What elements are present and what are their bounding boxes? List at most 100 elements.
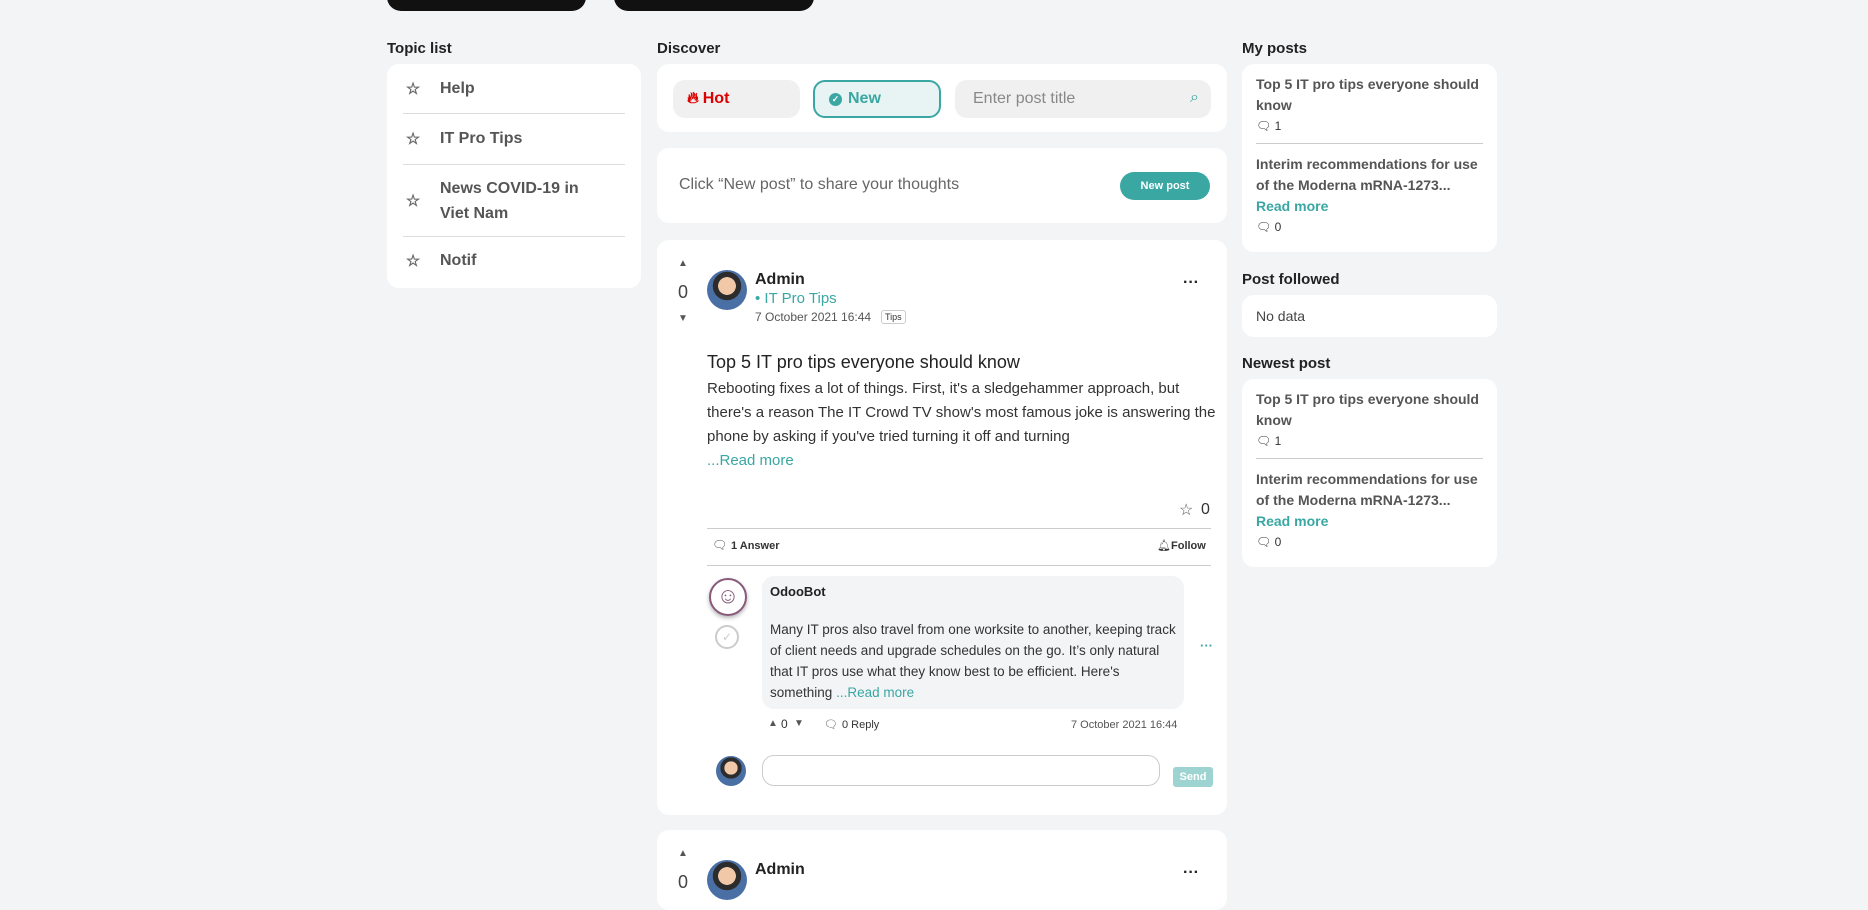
newest-post-comments: 🗨︎ 0 (1256, 535, 1483, 549)
comment-icon: 🗨︎ (1256, 535, 1272, 549)
topic-label: News COVID-19 in Viet Nam (440, 179, 579, 222)
newest-post-item: Top 5 IT pro tips everyone should know 🗨… (1242, 389, 1497, 448)
divider (1256, 458, 1483, 459)
my-post-title-text: Interim recommendations for use of the M… (1256, 156, 1478, 193)
post-author[interactable]: Admin (755, 271, 805, 289)
comment-count: 0 (1274, 535, 1282, 549)
author-avatar[interactable] (707, 270, 747, 310)
answer-author[interactable]: OdooBot (770, 584, 826, 599)
bell-icon: 🔔︎ (1157, 540, 1171, 552)
comment-icon: 🗨︎ (1256, 220, 1272, 234)
answer-body-text: Many IT pros also travel from one worksi… (770, 622, 1176, 700)
newest-post-title[interactable]: Interim recommendations for use of the M… (1256, 469, 1483, 532)
topic-item-it-pro-tips[interactable]: ☆ IT Pro Tips (403, 114, 625, 165)
post-body: Rebooting fixes a lot of things. First, … (707, 377, 1217, 473)
favorite-star-icon[interactable]: ☆ (1179, 500, 1193, 520)
check-circle-icon: ✓ (829, 92, 842, 106)
my-post-title[interactable]: Interim recommendations for use of the M… (1256, 154, 1483, 217)
comment-icon: 🗨︎ (1256, 119, 1272, 133)
post-author[interactable]: Admin (755, 861, 805, 879)
my-post-item: Top 5 IT pro tips everyone should know 🗨… (1242, 74, 1497, 133)
new-post-prompt: Click “New post” to share your thoughts (679, 176, 960, 193)
star-icon[interactable]: ☆ (403, 191, 423, 211)
answers-bar: 🗨︎ 1 Answer 🔔︎ Follow (707, 528, 1211, 566)
post-card: ▲ 0 ▼ Admin • IT Pro Tips 7 October 2021… (657, 240, 1227, 815)
newest-post-title: Newest post (1242, 355, 1331, 372)
downvote-icon[interactable]: ▼ (678, 313, 688, 324)
newest-post-read-more-link[interactable]: Read more (1256, 513, 1328, 529)
comment-count: 0 (1274, 220, 1282, 234)
post-title-search-input[interactable] (971, 89, 1175, 109)
topic-item-help[interactable]: ☆ Help (403, 64, 625, 114)
topic-item-news-covid[interactable]: ☆ News COVID-19 in Viet Nam (403, 165, 625, 237)
my-post-title[interactable]: Top 5 IT pro tips everyone should know (1256, 74, 1483, 116)
current-user-avatar (716, 756, 746, 786)
topic-list-title: Topic list (387, 40, 452, 57)
hot-filter-button[interactable]: 🔥︎ Hot (673, 80, 800, 118)
answer-read-more-link[interactable]: ...Read more (836, 685, 914, 700)
divider (1256, 143, 1483, 144)
post-tag[interactable]: Tips (881, 310, 906, 324)
reply-icon: 🗨︎ (824, 719, 838, 731)
my-post-item: Interim recommendations for use of the M… (1242, 154, 1497, 234)
follow-button[interactable]: Follow (1171, 540, 1206, 552)
accept-answer-icon[interactable]: ✓ (715, 625, 739, 649)
comment-icon: 🗨︎ (1256, 434, 1272, 448)
answer-downvote-icon[interactable]: ▼ (794, 718, 804, 729)
reply-button[interactable]: 0 Reply (842, 719, 879, 731)
topic-label: Help (440, 79, 475, 97)
post-search-box: ⌕ (955, 80, 1211, 118)
upvote-icon[interactable]: ▲ (678, 258, 688, 269)
star-icon[interactable]: ☆ (403, 251, 423, 271)
newest-post-item: Interim recommendations for use of the M… (1242, 469, 1497, 549)
new-filter-button[interactable]: ✓ New (813, 80, 941, 118)
post-title[interactable]: Top 5 IT pro tips everyone should know (707, 352, 1020, 373)
more-options-icon[interactable]: ··· (1183, 274, 1199, 292)
upvote-icon[interactable]: ▲ (678, 848, 688, 859)
search-icon[interactable]: ⌕ (1190, 89, 1199, 107)
my-post-read-more-link[interactable]: Read more (1256, 198, 1328, 214)
star-icon[interactable]: ☆ (403, 129, 423, 149)
topic-list: ☆ Help ☆ IT Pro Tips ☆ News COVID-19 in … (387, 64, 641, 288)
send-button[interactable]: Send (1173, 767, 1213, 787)
topic-label: Notif (440, 252, 477, 269)
post-read-more-link[interactable]: ...Read more (707, 452, 794, 469)
new-post-button[interactable]: New post (1120, 172, 1210, 200)
new-label: New (848, 90, 881, 107)
post-card-2: ▲ 0 Admin ··· (657, 830, 1227, 910)
answer-vote-count: 0 (781, 717, 788, 731)
newest-post-title[interactable]: Top 5 IT pro tips everyone should know (1256, 389, 1483, 431)
star-icon[interactable]: ☆ (403, 79, 423, 99)
newest-post-list: Top 5 IT pro tips everyone should know 🗨… (1242, 379, 1497, 567)
answers-count[interactable]: 1 Answer (731, 540, 780, 552)
discover-title: Discover (657, 40, 721, 57)
newest-post-comments: 🗨︎ 1 (1256, 434, 1483, 448)
answer-more-options-icon[interactable]: ··· (1200, 638, 1213, 653)
my-post-comments: 🗨︎ 1 (1256, 119, 1483, 133)
author-avatar[interactable] (707, 860, 747, 900)
answer-upvote-icon[interactable]: ▲ (768, 718, 778, 729)
more-options-icon[interactable]: ··· (1183, 864, 1199, 882)
my-post-comments: 🗨︎ 0 (1256, 220, 1483, 234)
comment-input[interactable] (762, 755, 1160, 786)
my-posts-title: My posts (1242, 40, 1308, 57)
topic-label: IT Pro Tips (440, 130, 523, 147)
hot-label: Hot (702, 90, 730, 107)
post-followed-title: Post followed (1242, 271, 1340, 288)
favorite-count: 0 (1201, 501, 1210, 518)
newest-post-title-text: Interim recommendations for use of the M… (1256, 471, 1478, 508)
my-posts-list: Top 5 IT pro tips everyone should know 🗨… (1242, 64, 1497, 252)
vote-count: 0 (678, 282, 689, 302)
no-data-text: No data (1256, 308, 1306, 324)
post-date: 7 October 2021 16:44 (755, 310, 872, 324)
comment-icon: 🗨︎ (712, 538, 728, 552)
answer-date: 7 October 2021 16:44 (1071, 719, 1178, 731)
odoobot-avatar[interactable]: ☺︎ (709, 578, 747, 616)
new-post-composer: Click “New post” to share your thoughts … (657, 148, 1227, 223)
top-nav-button-1[interactable] (387, 0, 586, 11)
post-topic-link[interactable]: • IT Pro Tips (755, 290, 837, 307)
discover-bar: 🔥︎ Hot ✓ New ⌕ (657, 64, 1227, 132)
flame-icon: 🔥︎ (687, 90, 699, 107)
top-nav-button-2[interactable] (614, 0, 814, 11)
topic-item-notif[interactable]: ☆ Notif (403, 237, 625, 285)
